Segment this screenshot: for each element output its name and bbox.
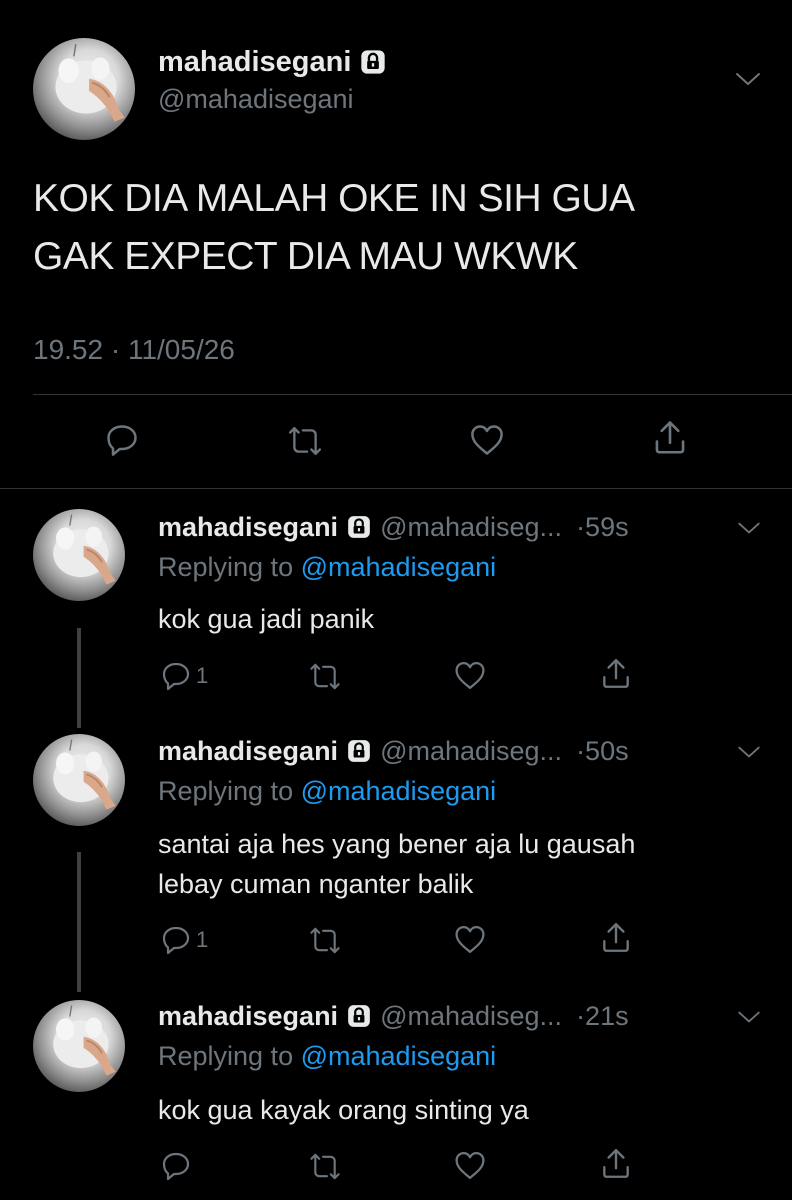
reply-text-line: santai aja hes yang bener aja lu gausah [158, 829, 636, 859]
reply-text: kok gua kayak orang sinting ya [158, 1092, 529, 1128]
replying-to-link[interactable]: @mahadisegani [301, 1041, 497, 1071]
replying-to: Replying to @mahadisegani [158, 776, 496, 807]
reply-icon[interactable] [160, 1150, 192, 1182]
lock-icon [346, 1003, 372, 1029]
reply-handle[interactable]: @mahadiseg... [380, 736, 562, 767]
like-icon[interactable] [453, 923, 487, 956]
retweet-icon[interactable] [305, 661, 345, 692]
tweet-text-line: GAK EXPECT DIA MAU WKWK [33, 235, 578, 278]
reply-icon[interactable] [104, 422, 140, 458]
tweet-text-line: KOK DIA MALAH OKE IN SIH GUA [33, 177, 635, 220]
reply-count: 1 [196, 663, 209, 688]
tweet-text: KOK DIA MALAH OKE IN SIH GUA GAK EXPECT … [33, 170, 635, 286]
share-icon[interactable] [651, 419, 689, 457]
avatar-image [33, 1000, 125, 1092]
reply-display-name[interactable]: mahadisegani [158, 512, 338, 543]
author-handle[interactable]: @mahadisegani [158, 84, 354, 115]
tweet-timestamp[interactable]: 19.52 · 11/05/26 [33, 334, 235, 366]
lock-icon [346, 514, 372, 540]
reply-handle[interactable]: @mahadiseg... [380, 1001, 562, 1032]
reply-time[interactable]: ·59s [576, 512, 629, 543]
chevron-down-icon[interactable] [736, 744, 762, 760]
reply-text: kok gua jadi panik [158, 601, 374, 637]
author-display-name[interactable]: mahadisegani [158, 46, 351, 79]
reply-handle[interactable]: @mahadiseg... [380, 512, 562, 543]
like-icon[interactable] [453, 659, 487, 692]
lock-icon [346, 738, 372, 764]
replying-to-link[interactable]: @mahadisegani [301, 776, 497, 806]
replying-to-label: Replying to [158, 776, 294, 806]
reply-display-name[interactable]: mahadisegani [158, 1001, 338, 1032]
thread-line [77, 852, 81, 992]
chevron-down-icon[interactable] [736, 1009, 762, 1025]
chevron-down-icon[interactable] [734, 70, 762, 88]
retweet-icon[interactable] [305, 1151, 345, 1182]
avatar[interactable] [33, 734, 125, 826]
reply-time[interactable]: ·21s [576, 1001, 629, 1032]
replying-to: Replying to @mahadisegani [158, 552, 496, 583]
retweet-icon[interactable] [305, 925, 345, 956]
reply-display-name[interactable]: mahadisegani [158, 736, 338, 767]
reply-text-line: lebay cuman nganter balik [158, 869, 474, 899]
share-icon[interactable] [599, 920, 633, 956]
retweet-icon[interactable] [283, 424, 327, 458]
divider [0, 488, 792, 489]
replying-to-link[interactable]: @mahadisegani [301, 552, 497, 582]
lock-icon [359, 48, 387, 76]
avatar-image [33, 509, 125, 601]
reply-header: mahadisegani @mahadiseg... ·21s [158, 999, 629, 1033]
like-icon[interactable] [453, 1149, 487, 1182]
replying-to-label: Replying to [158, 552, 294, 582]
avatar[interactable] [33, 1000, 125, 1092]
avatar-image [33, 38, 135, 140]
replying-to-label: Replying to [158, 1041, 294, 1071]
share-icon[interactable] [599, 1146, 633, 1182]
reply-text-line: kok gua kayak orang sinting ya [158, 1095, 529, 1125]
divider [33, 394, 792, 395]
reply-count: 1 [196, 927, 209, 952]
chevron-down-icon[interactable] [736, 520, 762, 536]
like-icon[interactable] [468, 422, 506, 458]
avatar[interactable] [33, 38, 135, 140]
reply-icon[interactable]: 1 [160, 660, 208, 692]
reply-icon[interactable]: 1 [160, 924, 208, 956]
thread-line [77, 628, 81, 728]
reply-header: mahadisegani @mahadiseg... ·59s [158, 510, 629, 544]
reply-text-line: kok gua jadi panik [158, 604, 375, 634]
avatar[interactable] [33, 509, 125, 601]
reply-header: mahadisegani @mahadiseg... ·50s [158, 734, 629, 768]
avatar-image [33, 734, 125, 826]
replying-to: Replying to @mahadisegani [158, 1041, 496, 1072]
share-icon[interactable] [599, 656, 633, 692]
reply-time[interactable]: ·50s [576, 736, 629, 767]
reply-text: santai aja hes yang bener aja lu gausah … [158, 826, 635, 902]
